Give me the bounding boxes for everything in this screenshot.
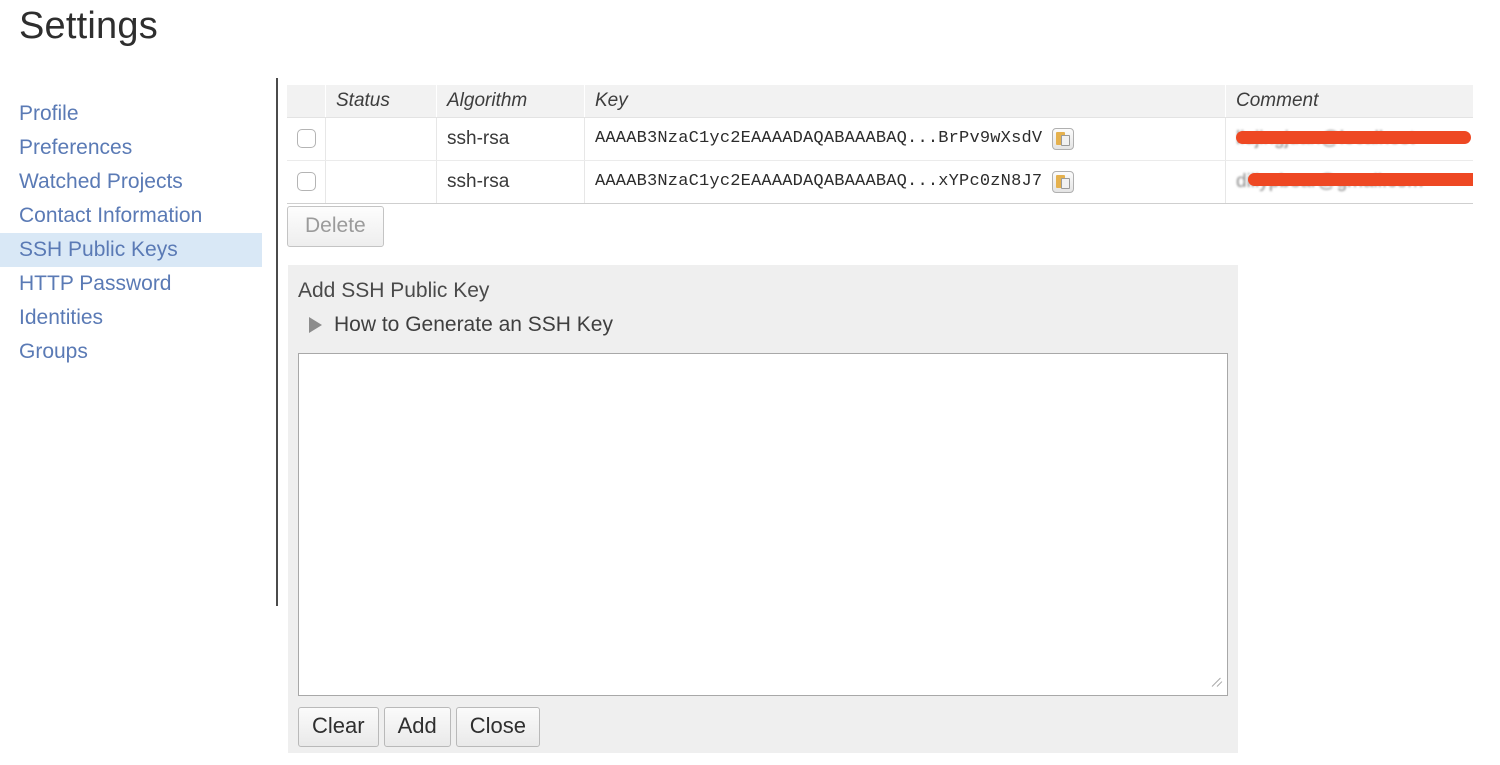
triangle-right-icon <box>309 317 322 333</box>
add-button[interactable]: Add <box>383 707 451 747</box>
copy-clipboard-icon[interactable] <box>1052 170 1075 193</box>
column-header-key: Key <box>584 85 1226 118</box>
row-status-cell <box>325 160 437 204</box>
column-header-algorithm: Algorithm <box>436 85 585 118</box>
close-button[interactable]: Close <box>455 707 540 747</box>
row-comment-cell: dillypbear@gmail.com <box>1225 160 1473 204</box>
key-text: AAAAB3NzaC1yc2EAAAADAQABAAABAQ...BrPv9wX… <box>595 129 1043 149</box>
row-algorithm-cell: ssh-rsa <box>436 160 585 204</box>
table-header-row: Status Algorithm Key Comment <box>287 85 1473 118</box>
row-algorithm-cell: ssh-rsa <box>436 117 585 161</box>
row-checkbox[interactable] <box>296 129 316 149</box>
sidebar-item-groups[interactable]: Groups <box>0 335 262 369</box>
sidebar-content-divider <box>276 78 278 606</box>
column-header-select <box>287 85 326 118</box>
row-checkbox[interactable] <box>296 172 316 192</box>
sidebar-item-identities[interactable]: Identities <box>0 301 262 335</box>
how-to-generate-label: How to Generate an SSH Key <box>334 313 613 336</box>
sidebar-item-profile[interactable]: Profile <box>0 97 262 131</box>
delete-button[interactable]: Delete <box>287 206 384 247</box>
settings-sidebar: Profile Preferences Watched Projects Con… <box>0 97 262 369</box>
redaction-mark <box>1236 131 1471 144</box>
column-header-status: Status <box>325 85 437 118</box>
ssh-key-input[interactable] <box>298 353 1228 696</box>
sidebar-item-ssh-public-keys[interactable]: SSH Public Keys <box>0 233 262 267</box>
row-select-cell <box>287 160 326 204</box>
row-status-cell <box>325 117 437 161</box>
sidebar-item-preferences[interactable]: Preferences <box>0 131 262 165</box>
row-select-cell <box>287 117 326 161</box>
sidebar-item-watched-projects[interactable]: Watched Projects <box>0 165 262 199</box>
clear-button[interactable]: Clear <box>298 707 379 747</box>
add-panel-button-row: Clear Add Close <box>298 707 545 747</box>
row-key-cell: AAAAB3NzaC1yc2EAAAADAQABAAABAQ...xYPc0zN… <box>584 160 1226 204</box>
table-row: ssh-rsa AAAAB3NzaC1yc2EAAAADAQABAAABAQ..… <box>287 117 1473 161</box>
copy-clipboard-icon[interactable] <box>1052 127 1075 150</box>
page-title: Settings <box>19 5 158 47</box>
sidebar-item-contact-information[interactable]: Contact Information <box>0 199 262 233</box>
redaction-mark <box>1248 173 1473 186</box>
add-panel-title: Add SSH Public Key <box>298 279 490 302</box>
table-row: ssh-rsa AAAAB3NzaC1yc2EAAAADAQABAAABAQ..… <box>287 160 1473 204</box>
key-text: AAAAB3NzaC1yc2EAAAADAQABAAABAQ...xYPc0zN… <box>595 172 1043 192</box>
add-ssh-public-key-panel: Add SSH Public Key How to Generate an SS… <box>288 265 1238 753</box>
ssh-keys-table: Status Algorithm Key Comment ssh-rsa AAA… <box>287 85 1473 204</box>
how-to-generate-disclosure[interactable]: How to Generate an SSH Key <box>309 313 613 337</box>
column-header-comment: Comment <box>1225 85 1473 118</box>
sidebar-item-http-password[interactable]: HTTP Password <box>0 267 262 301</box>
row-key-cell: AAAAB3NzaC1yc2EAAAADAQABAAABAQ...BrPv9wX… <box>584 117 1226 161</box>
row-comment-cell: liujingjuan@localhost <box>1225 117 1473 161</box>
